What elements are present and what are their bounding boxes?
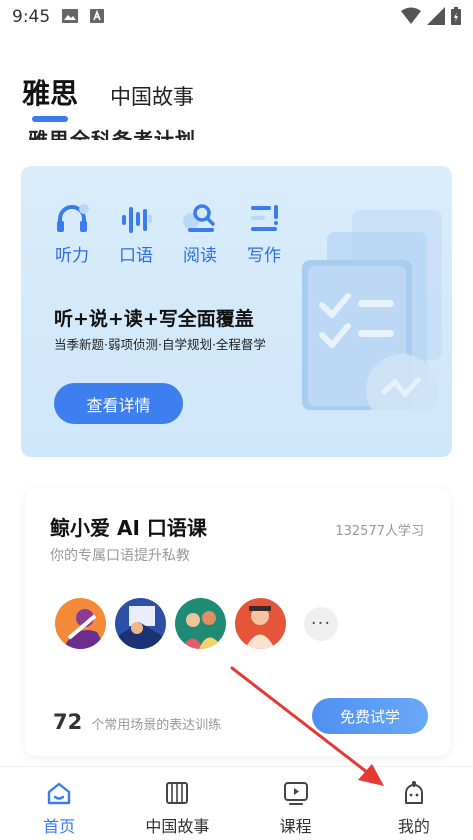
skill-label: 口语 — [119, 246, 153, 266]
scenario-count-row: 72 个常用场景的表达训练 — [53, 710, 221, 734]
nav-courses[interactable]: 课程 — [237, 767, 355, 840]
avatar[interactable] — [235, 598, 286, 649]
font-a-icon — [90, 8, 105, 27]
signal-icon — [427, 7, 445, 29]
wifi-icon — [401, 7, 421, 29]
skill-label: 阅读 — [183, 246, 217, 266]
skill-label: 写作 — [247, 246, 281, 266]
skill-label: 听力 — [55, 246, 89, 266]
nav-home[interactable]: 首页 — [0, 767, 118, 840]
scenario-count: 72 — [53, 710, 83, 734]
nav-china-story[interactable]: 中国故事 — [118, 767, 236, 840]
view-details-button[interactable]: 查看详情 — [54, 383, 183, 424]
free-trial-button[interactable]: 免费试学 — [312, 698, 428, 734]
skill-listening[interactable]: 听力 — [53, 201, 91, 266]
gallery-icon — [62, 8, 79, 27]
home-icon — [47, 782, 71, 805]
avatar[interactable] — [55, 598, 106, 649]
nav-label: 中国故事 — [145, 817, 210, 836]
status-bar: 9:45 — [0, 0, 473, 34]
course-title: 鲸小爱 AI 口语课 — [50, 516, 207, 540]
nav-label: 课程 — [279, 817, 312, 836]
promo-headline: 听+说+读+写全面覆盖 — [54, 308, 254, 330]
scenario-avatar-list: ··· — [55, 598, 338, 649]
book-icon — [166, 782, 189, 804]
skill-writing[interactable]: 写作 — [245, 201, 283, 266]
top-tabs: 雅思 中国故事 — [0, 68, 473, 124]
tab-ielts[interactable]: 雅思 — [22, 72, 78, 112]
battery-icon — [451, 7, 461, 29]
ai-speaking-course-card[interactable]: 鲸小爱 AI 口语课 132577人学习 你的专属口语提升私教 ··· 72 个… — [25, 488, 450, 756]
prep-plan-card[interactable]: 听力 口语 阅读 写作 听+说+读+写全面覆盖 当季新题·弱项侦测·自学规划·全… — [21, 166, 452, 457]
pen-icon — [251, 205, 278, 231]
microphone-icon — [122, 207, 152, 233]
more-button[interactable]: ··· — [304, 606, 338, 641]
section-title-text: 雅思全科备考计划 — [28, 128, 196, 140]
tab-china-story[interactable]: 中国故事 — [110, 81, 194, 111]
learner-count: 132577人学习 — [335, 524, 424, 539]
document-illustration — [302, 210, 442, 410]
play-icon — [283, 782, 308, 805]
scenario-count-text: 个常用场景的表达训练 — [91, 718, 222, 733]
nav-label: 我的 — [397, 817, 430, 836]
skill-reading[interactable]: 阅读 — [181, 201, 219, 266]
headphones-icon — [57, 204, 89, 232]
profile-icon — [404, 781, 423, 804]
avatar[interactable] — [115, 598, 166, 649]
promo-subline: 当季新题·弱项侦测·自学规划·全程督学 — [54, 337, 266, 352]
bottom-nav: 首页 中国故事 课程 我的 — [0, 766, 473, 840]
nav-profile[interactable]: 我的 — [355, 767, 473, 840]
status-time: 9:45 — [12, 7, 51, 27]
avatar[interactable] — [175, 598, 226, 649]
section-title-partial: 雅思全科备考计划 — [28, 118, 328, 140]
skill-list: 听力 口语 阅读 写作 — [53, 201, 283, 266]
nav-label: 首页 — [43, 817, 76, 836]
course-description: 你的专属口语提升私教 — [50, 548, 190, 564]
magnifier-icon — [183, 204, 215, 232]
skill-speaking[interactable]: 口语 — [117, 201, 155, 266]
